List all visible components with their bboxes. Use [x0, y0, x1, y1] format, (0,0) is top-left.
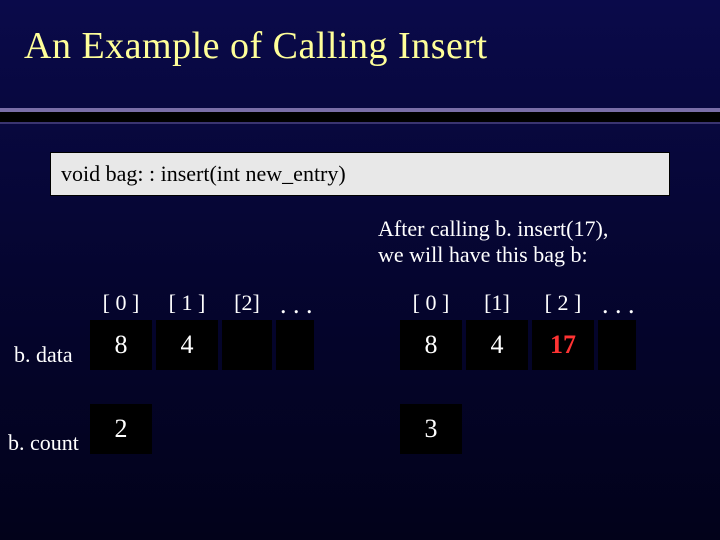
- code-signature-text: void bag: : insert(int new_entry): [61, 161, 346, 187]
- caption-line-2: we will have this bag b:: [378, 242, 688, 268]
- left-index-1: [ 1 ]: [156, 290, 218, 320]
- right-index-2: [ 2 ]: [532, 290, 594, 320]
- left-cell-tail: [276, 320, 314, 370]
- right-ellipsis: . . .: [598, 290, 638, 320]
- right-cell-1: 4: [466, 320, 528, 370]
- left-cell-1: 4: [156, 320, 218, 370]
- right-cell-2-highlight: 17: [532, 320, 594, 370]
- right-cell-tail: [598, 320, 636, 370]
- left-count-cell: 2: [90, 404, 152, 454]
- left-ellipsis: . . .: [276, 290, 316, 320]
- left-index-2: [2]: [222, 290, 272, 320]
- label-b-data-left: b. data: [14, 342, 73, 368]
- right-cell-0: 8: [400, 320, 462, 370]
- slide-title: An Example of Calling Insert: [0, 0, 720, 68]
- label-b-count-left: b. count: [8, 430, 79, 456]
- caption-line-1: After calling b. insert(17),: [378, 216, 688, 242]
- code-signature-box: void bag: : insert(int new_entry): [50, 152, 670, 196]
- right-array-block: [ 0 ] 8 [1] 4 [ 2 ] 17 . . .: [400, 290, 638, 370]
- left-cell-0: 8: [90, 320, 152, 370]
- left-cell-2-empty: [222, 320, 272, 370]
- right-index-1: [1]: [466, 290, 528, 320]
- caption-block: After calling b. insert(17), we will hav…: [378, 216, 688, 269]
- right-index-0: [ 0 ]: [400, 290, 462, 320]
- divider-group: [0, 108, 720, 124]
- right-count-cell: 3: [400, 404, 462, 454]
- divider-bottom: [0, 122, 720, 124]
- divider-mid: [0, 112, 720, 122]
- left-index-0: [ 0 ]: [90, 290, 152, 320]
